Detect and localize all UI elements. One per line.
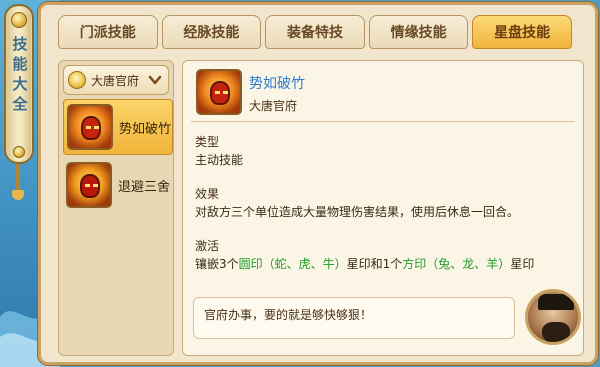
scroll-knob-icon xyxy=(11,12,27,28)
activate-heading: 激活 xyxy=(195,239,220,253)
skill-detail: 势如破竹 大唐官府 类型 主动技能 效果 对敌方三个单位造成大量物理伤害结果，使… xyxy=(182,60,584,356)
effect-heading: 效果 xyxy=(195,187,220,201)
skill-name: 退避三舍 xyxy=(118,179,171,195)
tab-meridian-skills[interactable]: 经脉技能 xyxy=(161,15,262,49)
type-value: 主动技能 xyxy=(195,153,244,167)
flame-warrior-icon xyxy=(196,69,242,115)
panel-title: 技能大全 xyxy=(12,35,28,113)
chevron-down-icon xyxy=(148,75,162,85)
title-scroll: 技能大全 xyxy=(4,4,34,164)
npc-avatar xyxy=(525,289,581,345)
activate-text: 镶嵌3个圆印（蛇、虎、牛）星印和1个方印（兔、龙、羊）星印 xyxy=(195,255,534,272)
divider xyxy=(191,121,575,122)
activate-text-part: 星印和1个 xyxy=(346,257,403,271)
scroll-knob-icon xyxy=(13,146,25,158)
flame-warrior-icon xyxy=(66,162,112,208)
flame-warrior-icon xyxy=(67,104,113,150)
tab-bar: 门派技能 经脉技能 装备特技 情缘技能 星盘技能 xyxy=(58,15,572,51)
tab-star-chart-skills[interactable]: 星盘技能 xyxy=(472,15,572,49)
skill-name: 势如破竹 xyxy=(119,121,172,137)
tab-sect-skills[interactable]: 门派技能 xyxy=(58,15,158,49)
activate-seal-round: 圆印（蛇、虎、牛） xyxy=(238,257,347,271)
detail-skill-name: 势如破竹 xyxy=(249,76,305,92)
school-emblem-icon xyxy=(68,71,86,89)
list-item-skill[interactable]: 退避三舍 xyxy=(63,157,173,213)
activate-text-part: 星印 xyxy=(510,257,535,271)
list-item-skill[interactable]: 势如破竹 xyxy=(63,99,173,155)
skill-list: 大唐官府 势如破竹 退避三舍 xyxy=(58,60,174,356)
npc-quote: 官府办事，要的就是够快够狠！ xyxy=(193,297,515,339)
effect-text: 对敌方三个单位造成大量物理伤害结果，使用后休息一回合。 xyxy=(195,205,520,219)
school-dropdown-label: 大唐官府 xyxy=(91,73,140,88)
detail-school: 大唐官府 xyxy=(249,99,298,113)
school-dropdown[interactable]: 大唐官府 xyxy=(63,65,169,95)
tab-equipment-skills[interactable]: 装备特技 xyxy=(265,15,365,49)
activate-text-part: 镶嵌3个 xyxy=(195,257,239,271)
type-heading: 类型 xyxy=(195,135,220,149)
tab-bond-skills[interactable]: 情缘技能 xyxy=(368,15,469,49)
activate-seal-square: 方印（兔、龙、羊） xyxy=(402,257,511,271)
